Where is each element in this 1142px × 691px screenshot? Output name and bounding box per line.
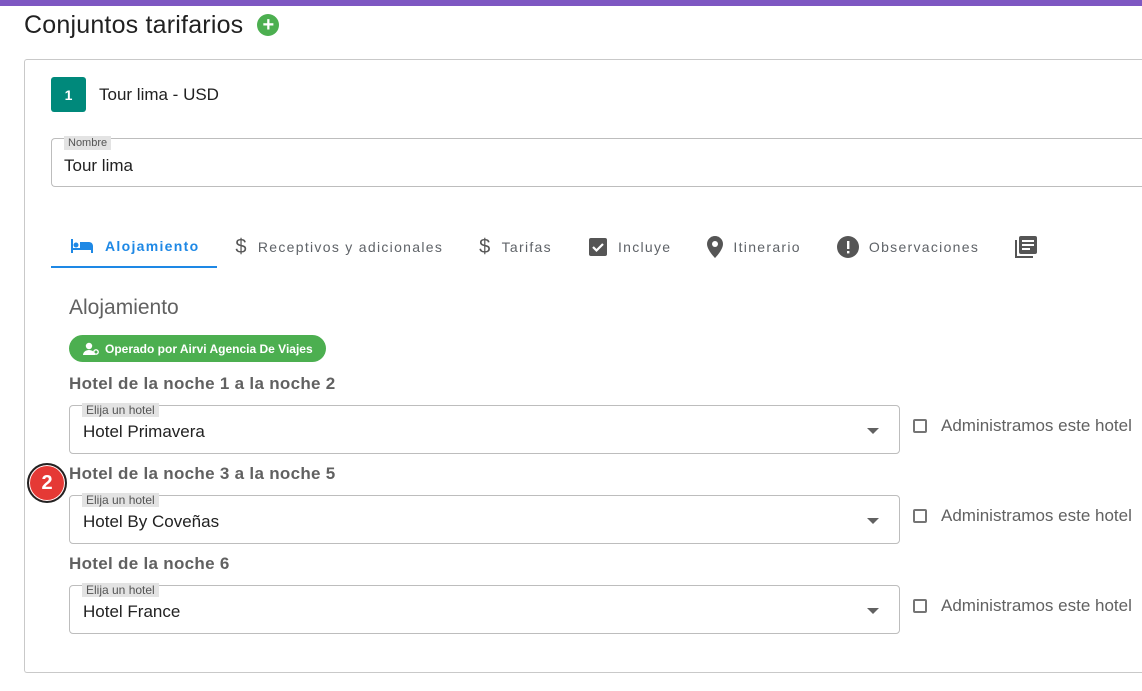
manage-hotel-row-3: Administramos este hotel <box>913 596 1132 616</box>
page-header: Conjuntos tarifarios + <box>24 10 280 40</box>
hotel-select-3[interactable]: Elija un hotel Hotel France <box>69 583 900 634</box>
chevron-down-icon[interactable] <box>867 518 879 524</box>
top-app-bar <box>0 0 1142 6</box>
checkbox-checked-icon <box>588 237 608 257</box>
name-field[interactable]: Nombre Tour lima <box>51 136 1142 187</box>
bed-icon <box>69 237 95 255</box>
operator-chip: Operado por Airvi Agencia De Viajes <box>69 335 326 362</box>
hotel-select-2[interactable]: Elija un hotel Hotel By Coveñas <box>69 493 900 544</box>
manage-hotel-label[interactable]: Administramos este hotel <box>941 416 1132 436</box>
page-title: Conjuntos tarifarios <box>24 10 244 39</box>
manage-hotel-checkbox[interactable] <box>913 509 927 523</box>
manage-hotel-label[interactable]: Administramos este hotel <box>941 596 1132 616</box>
tab-label: Alojamiento <box>105 238 200 254</box>
name-field-value[interactable]: Tour lima <box>64 156 133 176</box>
tab-label: Itinerario <box>733 239 801 255</box>
hotel-select-label: Elija un hotel <box>82 403 159 417</box>
tab-itinerario[interactable]: Itinerario <box>689 226 818 268</box>
tab-receptivos[interactable]: $ Receptivos y adicionales <box>217 226 461 268</box>
dollar-icon: $ <box>235 235 248 258</box>
tab-label: Receptivos y adicionales <box>257 239 444 255</box>
hotel-select-value: Hotel Primavera <box>83 422 205 441</box>
hotel-select-label: Elija un hotel <box>82 493 159 507</box>
tab-label: Tarifas <box>501 239 552 255</box>
dollar-icon: $ <box>479 235 492 258</box>
rate-set-title: Tour lima - USD <box>99 84 219 104</box>
name-field-label: Nombre <box>64 136 112 150</box>
hotel-select-value: Hotel France <box>83 602 181 621</box>
night-range-label: Hotel de la noche 1 a la noche 2 <box>69 374 336 393</box>
manage-hotel-checkbox[interactable] <box>913 419 927 433</box>
manage-hotel-label[interactable]: Administramos este hotel <box>941 506 1132 526</box>
hotel-select-label: Elija un hotel <box>82 583 159 597</box>
manage-hotel-row-1: Administramos este hotel <box>913 416 1132 436</box>
tab-more[interactable] <box>997 226 1065 268</box>
manage-hotel-checkbox[interactable] <box>913 599 927 613</box>
exclamation-circle-icon <box>836 236 859 258</box>
tab-observaciones[interactable]: Observaciones <box>819 226 997 268</box>
tab-incluye[interactable]: Incluye <box>570 226 689 268</box>
manage-hotel-row-2: Administramos este hotel <box>913 506 1132 526</box>
operator-chip-label: Operado por Airvi Agencia De Viajes <box>105 341 313 356</box>
hotel-select-value: Hotel By Coveñas <box>83 512 220 531</box>
rate-set-number-badge: 1 <box>51 77 86 112</box>
rate-set-header: 1 Tour lima - USD <box>51 77 219 112</box>
plus-circle-icon: + <box>262 14 275 36</box>
night-range-label: Hotel de la noche 6 <box>69 554 230 573</box>
rate-set-card: 1 Tour lima - USD Nombre Tour lima Aloja… <box>24 59 1142 673</box>
tab-bar: Alojamiento $ Receptivos y adicionales $… <box>51 226 1142 268</box>
library-books-icon <box>1015 236 1038 258</box>
tab-tarifas[interactable]: $ Tarifas <box>461 226 570 268</box>
chevron-down-icon[interactable] <box>867 428 879 434</box>
tab-label: Observaciones <box>868 239 980 255</box>
hotel-select-1[interactable]: Elija un hotel Hotel Primavera <box>69 403 900 454</box>
step-marker-badge: 2 <box>27 463 67 503</box>
add-rate-set-button[interactable]: + <box>257 14 280 36</box>
section-title: Alojamiento <box>69 296 179 319</box>
tab-alojamiento[interactable]: Alojamiento <box>51 226 218 268</box>
person-settings-icon <box>83 342 99 356</box>
tab-label: Incluye <box>617 239 672 255</box>
chevron-down-icon[interactable] <box>867 608 879 614</box>
location-pin-icon <box>707 236 724 258</box>
night-range-label: Hotel de la noche 3 a la noche 5 <box>69 464 336 483</box>
